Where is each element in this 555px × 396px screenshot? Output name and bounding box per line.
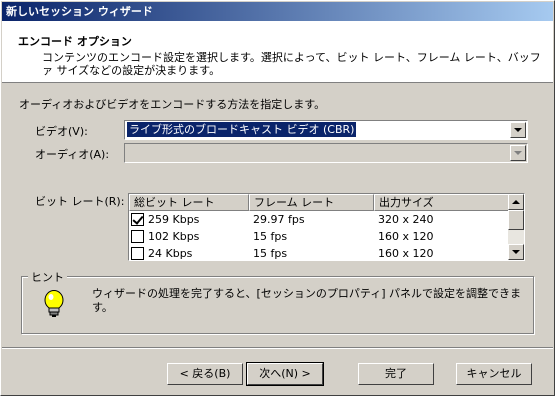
column-header-framerate[interactable]: フレーム レート <box>249 194 374 211</box>
finish-button[interactable]: 完了 <box>358 363 434 385</box>
button-separator <box>2 347 553 349</box>
hint-text: ウィザードの処理を完了すると、[セッションのプロパティ] パネルで設定を調整でき… <box>92 287 521 314</box>
header-description: コンテンツのエンコード設定を選択します。選択によって、ビット レート、フレーム … <box>42 51 541 77</box>
video-combobox[interactable]: ライブ形式のブロードキャスト ビデオ (CBR) <box>124 120 528 140</box>
lightbulb-icon <box>44 290 64 317</box>
hint-label: ヒント <box>28 269 67 285</box>
chevron-down-icon <box>514 128 522 132</box>
row-bitrate: 259 Kbps <box>148 213 200 226</box>
chevron-down-icon <box>512 250 520 254</box>
row-framerate: 15 fps <box>253 247 288 260</box>
header-title: エンコード オプション <box>18 35 132 48</box>
row-bitrate: 24 Kbps <box>148 247 193 260</box>
video-dropdown-button[interactable] <box>510 122 526 138</box>
row-framerate: 15 fps <box>253 230 288 243</box>
row-size: 160 x 120 <box>378 247 434 260</box>
row-checkbox[interactable] <box>131 213 144 226</box>
audio-dropdown-button[interactable] <box>510 145 526 161</box>
bitrate-list[interactable]: 総ビット レート フレーム レート 出力サイズ 259 Kbps 29.97 f… <box>128 193 525 261</box>
video-label: ビデオ(V): <box>35 125 88 138</box>
list-header: 総ビット レート フレーム レート 出力サイズ <box>129 194 509 211</box>
table-row[interactable]: 24 Kbps 15 fps 160 x 120 <box>129 245 509 260</box>
back-button[interactable]: < 戻る(B) <box>167 363 243 385</box>
scroll-down-button[interactable] <box>508 244 524 260</box>
scroll-thumb[interactable] <box>508 210 524 230</box>
table-row[interactable]: 102 Kbps 15 fps 160 x 120 <box>129 228 509 245</box>
row-size: 320 x 240 <box>378 213 434 226</box>
audio-combobox[interactable] <box>124 143 528 163</box>
bitrate-label: ビット レート(R): <box>35 195 125 208</box>
row-checkbox[interactable] <box>131 230 144 243</box>
video-combobox-value: ライブ形式のブロードキャスト ビデオ (CBR) <box>127 122 357 137</box>
cancel-button[interactable]: キャンセル <box>456 363 532 385</box>
row-framerate: 29.97 fps <box>253 213 305 226</box>
row-checkbox[interactable] <box>131 247 144 260</box>
column-header-size[interactable]: 出力サイズ <box>374 194 509 211</box>
title-bar: 新しいセッション ウィザード <box>2 2 553 21</box>
scroll-up-button[interactable] <box>508 194 524 210</box>
vertical-scrollbar[interactable] <box>508 194 524 260</box>
next-button[interactable]: 次へ(N) > <box>246 362 324 386</box>
chevron-down-icon <box>514 151 522 155</box>
row-bitrate: 102 Kbps <box>148 230 200 243</box>
wizard-header: エンコード オプション コンテンツのエンコード設定を選択します。選択によって、ビ… <box>2 21 553 83</box>
instruction-text: オーディオおよびビデオをエンコードする方法を指定します。 <box>19 98 326 111</box>
audio-combobox-value <box>127 145 131 160</box>
audio-label: オーディオ(A): <box>35 148 110 161</box>
column-header-bitrate[interactable]: 総ビット レート <box>129 194 249 211</box>
chevron-up-icon <box>512 200 520 204</box>
table-row[interactable]: 259 Kbps 29.97 fps 320 x 240 <box>129 211 509 228</box>
row-size: 160 x 120 <box>378 230 434 243</box>
hint-group: ヒント ウィザードの処理を完了すると、[セッションのプロパティ] パネルで設定を… <box>21 269 534 334</box>
wizard-window: 新しいセッション ウィザード エンコード オプション コンテンツのエンコード設定… <box>0 0 555 396</box>
